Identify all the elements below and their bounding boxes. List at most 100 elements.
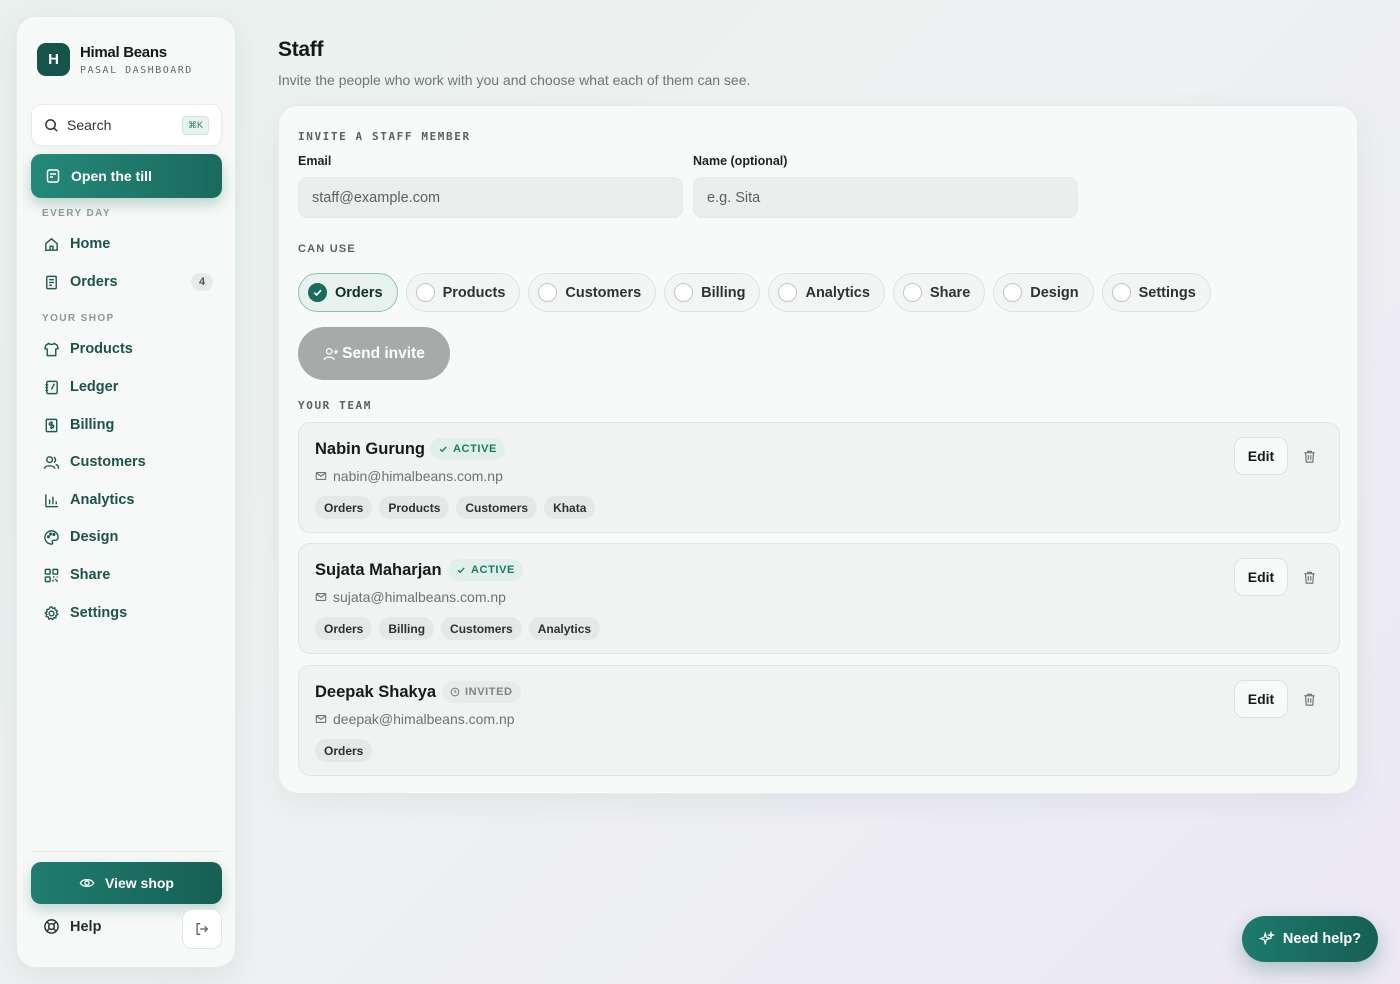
check-icon <box>308 283 327 302</box>
status-text: ACTIVE <box>453 443 497 455</box>
logout-button[interactable] <box>182 909 222 949</box>
status-badge: ACTIVE <box>430 438 505 460</box>
sidebar-divider <box>31 851 222 852</box>
permission-tag: Customers <box>456 496 538 519</box>
permission-tag: Products <box>379 496 450 519</box>
member-email-text: nabin@himalbeans.com.np <box>333 468 503 484</box>
permission-tag: Khata <box>544 496 596 519</box>
shirt-icon <box>43 341 60 358</box>
permission-chip-settings[interactable]: Settings <box>1101 273 1211 312</box>
edit-member-button[interactable]: Edit <box>1234 437 1288 475</box>
trash-icon[interactable] <box>1302 692 1317 707</box>
trash-icon[interactable] <box>1302 570 1317 585</box>
mail-icon <box>315 713 327 725</box>
member-email-text: sujata@himalbeans.com.np <box>333 589 506 605</box>
search-icon <box>44 118 59 133</box>
sidebar-item-label: Settings <box>70 605 128 621</box>
orders-count-badge: 4 <box>191 273 213 291</box>
sidebar-item-settings[interactable]: Settings <box>43 600 213 626</box>
section-label-every-day: EVERY DAY <box>42 208 111 219</box>
clock-icon <box>450 687 460 697</box>
status-badge: INVITED <box>442 681 521 703</box>
sidebar-item-label: Billing <box>70 417 115 433</box>
user-plus-icon <box>323 346 339 362</box>
edit-member-button[interactable]: Edit <box>1234 558 1288 596</box>
member-email-text: deepak@himalbeans.com.np <box>333 711 515 727</box>
check-icon <box>438 444 448 454</box>
member-name: Sujata Maharjan <box>315 561 442 579</box>
check-icon <box>456 565 466 575</box>
sidebar-item-label: Customers <box>70 454 146 470</box>
sidebar-item-customers[interactable]: Customers <box>43 449 213 475</box>
permission-chip-label: Billing <box>701 284 746 301</box>
permission-chip-label: Orders <box>335 284 383 301</box>
permission-chip-billing[interactable]: Billing <box>664 273 761 312</box>
checkbox-icon <box>778 283 798 302</box>
open-till-button[interactable]: Open the till <box>31 154 222 198</box>
team-member-card: Nabin Gurung ACTIVE nabin@himalbeans.com… <box>298 422 1340 533</box>
permission-tag: Orders <box>315 496 373 519</box>
sidebar-item-ledger[interactable]: Ledger <box>43 374 213 400</box>
palette-icon <box>43 529 60 546</box>
sidebar-item-home[interactable]: Home <box>43 231 213 257</box>
sidebar-item-design[interactable]: Design <box>43 524 213 550</box>
permission-tag: Analytics <box>528 617 601 640</box>
notebook-icon <box>43 379 60 396</box>
team-section-label: YOUR TEAM <box>298 399 373 412</box>
need-help-button[interactable]: Need help? <box>1242 916 1378 962</box>
sidebar-item-share[interactable]: Share <box>43 562 213 588</box>
member-permissions: Orders Products Customers Khata <box>315 496 596 519</box>
team-member-card: Sujata Maharjan ACTIVE sujata@himalbeans… <box>298 543 1340 654</box>
eye-icon <box>79 875 95 891</box>
invite-section-label: INVITE A STAFF MEMBER <box>298 130 471 143</box>
permission-chip-products[interactable]: Products <box>405 273 521 312</box>
status-text: ACTIVE <box>471 564 515 576</box>
permission-chip-customers[interactable]: Customers <box>528 273 657 312</box>
sidebar-item-orders[interactable]: Orders 4 <box>43 269 213 295</box>
sidebar-item-label: Ledger <box>70 379 119 395</box>
member-email: deepak@himalbeans.com.np <box>315 711 515 727</box>
edit-member-button[interactable]: Edit <box>1234 680 1288 718</box>
view-shop-label: View shop <box>105 875 174 891</box>
brand[interactable]: H Himal Beans PASAL DASHBOARD <box>37 43 193 76</box>
checkbox-icon <box>1003 283 1023 302</box>
gear-icon <box>43 605 60 622</box>
need-help-label: Need help? <box>1282 931 1362 947</box>
view-shop-button[interactable]: View shop <box>31 862 222 904</box>
permission-chip-label: Customers <box>565 284 642 301</box>
permission-tag: Orders <box>315 617 373 640</box>
permission-chip-label: Settings <box>1138 284 1196 301</box>
sidebar: H Himal Beans PASAL DASHBOARD Search ⌘K … <box>16 16 236 968</box>
staff-card: INVITE A STAFF MEMBER Email Name (option… <box>278 105 1358 794</box>
email-field[interactable] <box>298 177 683 218</box>
team-member-card: Deepak Shakya INVITED deepak@himalbeans.… <box>298 665 1340 776</box>
sidebar-item-products[interactable]: Products <box>43 336 213 362</box>
permission-chip-design[interactable]: Design <box>993 273 1094 312</box>
permission-chip-label: Analytics <box>805 284 870 301</box>
sidebar-item-billing[interactable]: Billing <box>43 412 213 438</box>
search-shortcut-badge: ⌘K <box>181 115 209 135</box>
invoice-icon <box>43 417 60 434</box>
member-name: Deepak Shakya <box>315 683 437 701</box>
checkbox-icon <box>415 283 435 302</box>
help-label: Help <box>70 918 102 935</box>
member-permissions: Orders <box>315 739 373 762</box>
search-box[interactable]: Search ⌘K <box>31 104 222 146</box>
send-invite-button[interactable]: Send invite <box>298 327 450 380</box>
permission-tag: Billing <box>379 617 435 640</box>
sidebar-item-analytics[interactable]: Analytics <box>43 487 213 513</box>
permission-tag: Orders <box>315 739 373 762</box>
help-link[interactable]: Help <box>43 918 101 935</box>
receipt-icon <box>43 274 60 291</box>
permission-chip-orders[interactable]: Orders <box>298 273 398 312</box>
trash-icon[interactable] <box>1302 449 1317 464</box>
permission-chip-share[interactable]: Share <box>892 273 986 312</box>
sidebar-item-label: Products <box>70 341 133 357</box>
name-field[interactable] <box>693 177 1078 218</box>
qr-code-icon <box>43 567 60 584</box>
permission-tag: Customers <box>441 617 522 640</box>
home-icon <box>43 236 60 253</box>
sidebar-item-label: Home <box>70 236 111 252</box>
permission-chip-analytics[interactable]: Analytics <box>768 273 885 312</box>
brand-name: Himal Beans <box>80 43 167 61</box>
